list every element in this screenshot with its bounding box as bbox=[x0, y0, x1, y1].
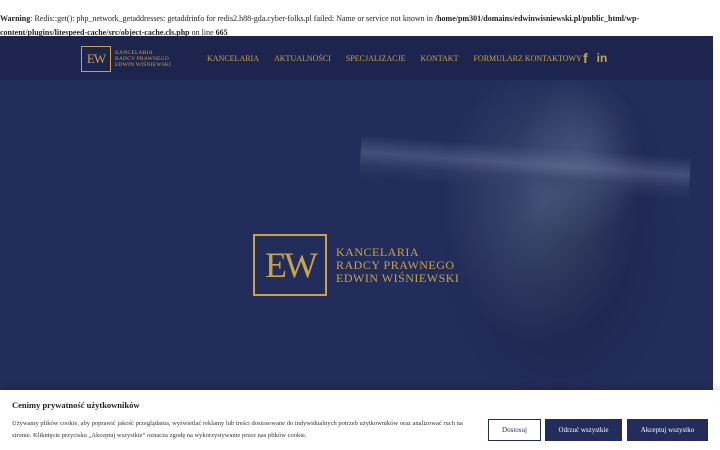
menu-item-formularz[interactable]: Formularz kontaktowy bbox=[473, 54, 581, 63]
customize-button[interactable]: Dostosuj bbox=[488, 419, 541, 441]
logo-text: Kancelaria Radcy Prawnego Edwin Wiśniews… bbox=[115, 50, 171, 68]
hero-logo-mark: EW bbox=[253, 234, 327, 296]
main-menu: Kancelaria Aktualności Specjalizacje Kon… bbox=[207, 36, 597, 80]
php-warning: Warning: Redis::get(): php_network_getad… bbox=[0, 0, 720, 37]
social-links: f in bbox=[583, 50, 616, 66]
hero-logo-line: Kancelaria bbox=[336, 244, 419, 259]
top-navbar: EW Kancelaria Radcy Prawnego Edwin Wiśni… bbox=[0, 36, 713, 80]
warning-message: : Redis::get(): php_network_getaddresses… bbox=[30, 14, 435, 23]
menu-item-kontakt[interactable]: Kontakt bbox=[420, 54, 458, 63]
lady-justice-image bbox=[330, 36, 713, 390]
cookie-text: Używamy plików cookie, aby poprawić jako… bbox=[12, 420, 463, 439]
facebook-icon[interactable]: f bbox=[583, 50, 588, 66]
menu-item-aktualnosci[interactable]: Aktualności bbox=[274, 54, 331, 63]
hero-logo-line: Radcy Prawnego bbox=[336, 257, 455, 272]
accept-all-button[interactable]: Akceptuj wszystko bbox=[627, 419, 708, 441]
hero-section: EW Kancelaria Radcy Prawnego Edwin Wiśni… bbox=[0, 36, 713, 390]
hero-logo: EW Kancelaria Radcy Prawnego Edwin Wiśni… bbox=[253, 234, 459, 296]
hero-logo-line: Edwin Wiśniewski bbox=[336, 270, 460, 285]
linkedin-icon[interactable]: in bbox=[597, 51, 608, 65]
cookie-banner: Cenimy prywatność użytkowników Używamy p… bbox=[0, 390, 720, 450]
reject-all-button[interactable]: Odrzuć wszystkie bbox=[545, 419, 622, 441]
menu-item-kancelaria[interactable]: Kancelaria bbox=[207, 54, 259, 63]
menu-item-specjalizacje[interactable]: Specjalizacje bbox=[346, 54, 406, 63]
warning-label: Warning bbox=[0, 14, 31, 23]
logo-line: Edwin Wiśniewski bbox=[115, 62, 172, 68]
logo-mark: EW bbox=[81, 46, 111, 72]
cookie-title: Cenimy prywatność użytkowników bbox=[12, 400, 140, 410]
site-logo[interactable]: EW Kancelaria Radcy Prawnego Edwin Wiśni… bbox=[81, 46, 171, 72]
hero-logo-text: Kancelaria Radcy Prawnego Edwin Wiśniews… bbox=[336, 244, 460, 285]
